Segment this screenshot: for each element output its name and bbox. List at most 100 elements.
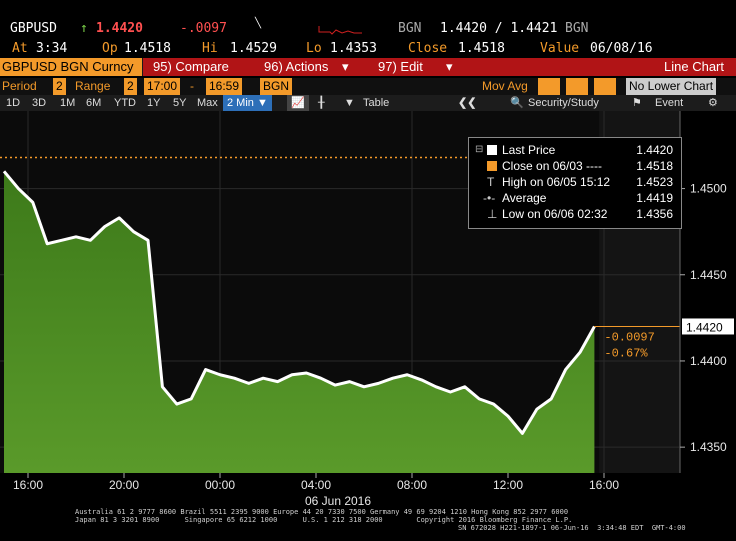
value-date: 06/08/16 <box>590 41 653 56</box>
x-date-label: 06 Jun 2016 <box>305 494 371 506</box>
legend-label-high: High on 06/05 15:12 <box>502 175 611 189</box>
at-label: At <box>12 41 28 56</box>
high-value: 1.4529 <box>230 41 277 56</box>
y-tick-label: 1.4450 <box>690 268 727 282</box>
legend-row-last-price: ⊟ Last Price 1.4420 <box>469 142 681 158</box>
compare-button[interactable]: 95) Compare <box>143 58 257 76</box>
close-value: 1.4518 <box>458 41 505 56</box>
crosshair-icon[interactable]: ╂ <box>318 95 325 111</box>
sparkline-icon <box>318 26 362 35</box>
timeframe-ytd[interactable]: YTD <box>114 95 136 111</box>
event-button[interactable]: Event <box>655 95 683 111</box>
chart-type-title[interactable]: Line Chart <box>460 58 736 76</box>
timeframe-1y[interactable]: 1Y <box>147 95 160 111</box>
x-tick-label: 04:00 <box>301 478 331 492</box>
period-row: Period 2 Range 2 17:00 - 16:59 BGN Mov A… <box>0 78 736 95</box>
close-label: Close <box>408 41 448 56</box>
lower-chart-select[interactable]: No Lower Chart <box>626 78 717 95</box>
at-time: 3:34 <box>36 41 68 56</box>
net-change: -.0097 <box>180 21 227 36</box>
open-value: 1.4518 <box>124 41 171 56</box>
interval-label: 2 Min <box>227 97 254 109</box>
timeframe-max[interactable]: Max <box>197 95 218 111</box>
period-input[interactable]: 2 <box>53 78 66 95</box>
legend-label-average: Average <box>502 191 547 205</box>
legend-label-last: Last Price <box>502 143 556 157</box>
tick-icon: ╲ <box>255 18 262 29</box>
high-marker-icon: T <box>487 175 495 189</box>
interval-select[interactable]: 2 Min ▼ <box>223 95 272 111</box>
up-arrow-icon: ↑ <box>80 21 88 36</box>
legend-row-low: ⊥ Low on 06/06 02:32 1.4356 <box>469 206 681 222</box>
average-marker-icon: -•- <box>483 191 496 205</box>
range-label: Range <box>75 79 111 93</box>
legend-row-average: -•- Average 1.4419 <box>469 190 681 206</box>
timeframe-row: 1D 3D 1M 6M YTD 1Y 5Y Max 2 Min ▼ 📈 ╂ ▼ … <box>0 95 736 111</box>
bid-ask: 1.4420 / 1.4421 <box>440 21 558 36</box>
mov-avg-label: Mov Avg <box>482 79 528 93</box>
last-price: 1.4420 <box>96 21 143 36</box>
x-tick-label: 16:00 <box>13 478 43 492</box>
y-tick-label: 1.4350 <box>690 440 727 454</box>
y-tick-label: 1.4400 <box>690 354 727 368</box>
security-study-button[interactable]: Security/Study <box>528 95 599 111</box>
x-tick-label: 20:00 <box>109 478 139 492</box>
legend-value-close: 1.4518 <box>636 159 673 173</box>
legend-label-close: Close on 06/03 ---- <box>502 159 603 173</box>
timeframe-3d[interactable]: 3D <box>32 95 46 111</box>
x-tick-label: 16:00 <box>589 478 619 492</box>
legend-swatch-last <box>487 145 497 155</box>
range-separator: - <box>190 79 194 93</box>
timeframe-1d[interactable]: 1D <box>6 95 20 111</box>
ticker: GBPUSD <box>10 21 57 36</box>
period-label: Period <box>2 79 37 93</box>
low-value: 1.4353 <box>330 41 377 56</box>
value-label: Value <box>540 41 580 56</box>
footer-session-line: SN 672028 H221-1897-1 06-Jun-16 3:34:48 … <box>458 524 686 532</box>
source-input[interactable]: BGN <box>260 78 293 95</box>
footer-phones-line-2: Japan 81 3 3201 8900 Singapore 65 6212 1… <box>75 516 573 524</box>
menu-bar: GBPUSD BGN Curncy 95) Compare 96) Action… <box>0 58 736 76</box>
legend-value-low: 1.4356 <box>636 207 673 221</box>
actions-button[interactable]: 96) Actions <box>250 58 356 76</box>
timeframe-5y[interactable]: 5Y <box>173 95 186 111</box>
chart-legend: ⊟ Last Price 1.4420 Close on 06/03 ---- … <box>468 137 682 229</box>
footer-disclaimer: Australia 61 2 9777 8600 Brazil 5511 239… <box>0 509 736 541</box>
x-tick-label: 00:00 <box>205 478 235 492</box>
edit-dropdown-icon[interactable]: ▾ <box>446 58 453 76</box>
time-from-input[interactable]: 17:00 <box>144 78 181 95</box>
search-icon: 🔍 <box>510 97 524 109</box>
open-label: Op <box>102 41 118 56</box>
mov-avg-input-3[interactable] <box>594 78 616 95</box>
legend-value-average: 1.4419 <box>636 191 673 205</box>
change-abs-label: -0.0097 <box>604 330 654 344</box>
source-label: BGN <box>398 21 422 36</box>
range-input[interactable]: 2 <box>124 78 137 95</box>
low-label: Lo <box>306 41 322 56</box>
last-price-tag: 1.4420 <box>686 320 723 334</box>
legend-label-low: Low on 06/06 02:32 <box>502 207 608 221</box>
x-tick-label: 08:00 <box>397 478 427 492</box>
y-tick-label: 1.4500 <box>690 182 727 196</box>
timeframe-1m[interactable]: 1M <box>60 95 75 111</box>
collapse-square-icon[interactable]: ⊟ <box>475 142 483 158</box>
low-marker-icon: ⊥ <box>487 207 498 221</box>
collapse-icon[interactable]: ❮❮ <box>458 95 476 111</box>
time-to-input[interactable]: 16:59 <box>206 78 243 95</box>
x-tick-label: 12:00 <box>493 478 523 492</box>
high-label: Hi <box>202 41 218 56</box>
mov-avg-input-2[interactable] <box>566 78 588 95</box>
security-field[interactable]: GBPUSD BGN Curncy <box>0 58 142 76</box>
settings-gear-icon[interactable]: ⚙ <box>708 95 718 111</box>
timeframe-6m[interactable]: 6M <box>86 95 101 111</box>
legend-row-high: T High on 06/05 15:12 1.4523 <box>469 174 681 190</box>
tools-dropdown-icon[interactable]: ▼ <box>344 95 355 111</box>
legend-row-close: Close on 06/03 ---- 1.4518 <box>469 158 681 174</box>
actions-dropdown-icon[interactable]: ▾ <box>342 58 349 76</box>
flag-icon: ⚑ <box>632 97 642 109</box>
table-button[interactable]: Table <box>363 95 389 111</box>
legend-swatch-close <box>487 161 497 171</box>
legend-value-last: 1.4420 <box>636 143 673 157</box>
line-chart-icon[interactable]: 📈 <box>287 95 309 111</box>
mov-avg-input-1[interactable] <box>538 78 560 95</box>
